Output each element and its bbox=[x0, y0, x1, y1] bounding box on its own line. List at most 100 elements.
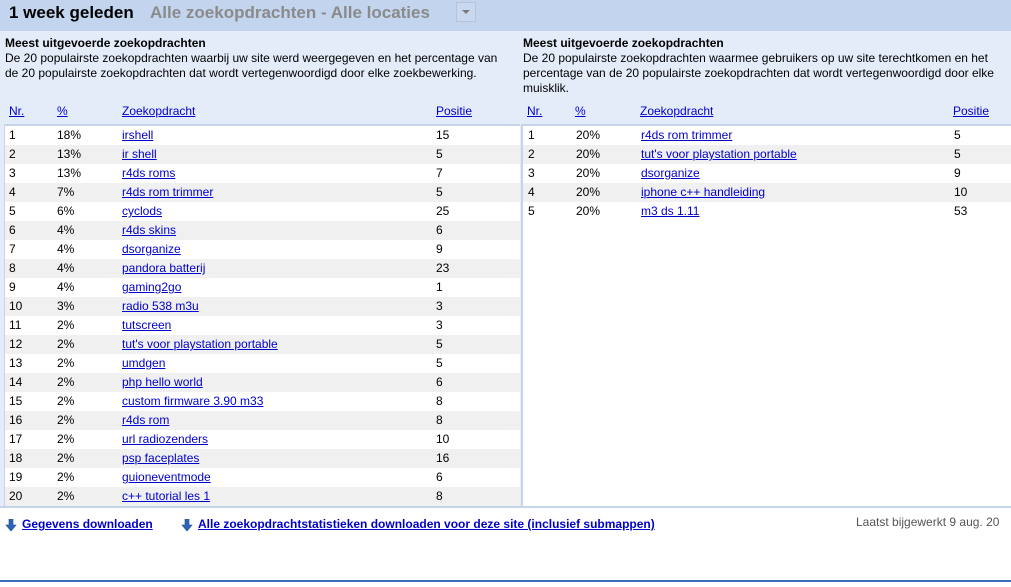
row-percent: 3% bbox=[57, 299, 75, 313]
column-header-percent[interactable]: % bbox=[575, 104, 586, 120]
row-number: 12 bbox=[9, 337, 23, 351]
row-query-link[interactable]: r4ds rom trimmer bbox=[641, 126, 732, 145]
table-row: 11 2% tutscreen 3 bbox=[5, 316, 521, 335]
row-query-link[interactable]: tut's voor playstation portable bbox=[122, 335, 278, 354]
download-arrow-icon[interactable] bbox=[5, 519, 17, 532]
row-percent: 20% bbox=[576, 147, 601, 161]
row-percent: 13% bbox=[57, 166, 82, 180]
impressions-table: 1 18% irshell 15 2 13% ir shell 5 3 13% r4ds roms 7… bbox=[4, 124, 521, 507]
last-updated-text: Laatst bijgewerkt 9 aug. 20 bbox=[856, 515, 1000, 529]
column-header-nr[interactable]: Nr. bbox=[527, 104, 542, 120]
table-row: 5 6% cyclods 25 bbox=[5, 202, 521, 221]
column-header-percent[interactable]: % bbox=[57, 104, 68, 120]
row-position: 5 bbox=[436, 337, 443, 351]
row-percent: 2% bbox=[57, 470, 75, 484]
row-number: 1 bbox=[9, 128, 16, 142]
table-row: 6 4% r4ds skins 6 bbox=[5, 221, 521, 240]
row-query-link[interactable]: url radiozenders bbox=[122, 430, 208, 449]
row-query-link[interactable]: iphone c++ handleiding bbox=[641, 183, 765, 202]
row-query-link[interactable]: gaming2go bbox=[122, 278, 181, 297]
download-arrow-icon[interactable] bbox=[181, 519, 193, 532]
row-position: 25 bbox=[436, 204, 450, 218]
row-percent: 18% bbox=[57, 128, 82, 142]
row-position: 6 bbox=[436, 375, 443, 389]
row-query-link[interactable]: dsorganize bbox=[122, 240, 181, 259]
column-header-query[interactable]: Zoekopdracht bbox=[640, 104, 713, 120]
row-query-link[interactable]: irshell bbox=[122, 126, 153, 145]
row-number: 3 bbox=[9, 166, 16, 180]
table-row: 3 13% r4ds roms 7 bbox=[5, 164, 521, 183]
row-position: 53 bbox=[954, 204, 968, 218]
panel-description: De 20 populairste zoekopdrachten waarmee… bbox=[523, 51, 994, 95]
row-number: 19 bbox=[9, 470, 23, 484]
row-position: 10 bbox=[954, 185, 968, 199]
row-percent: 6% bbox=[57, 204, 75, 218]
row-query-link[interactable]: r4ds rom bbox=[122, 411, 169, 430]
table-row: 15 2% custom firmware 3.90 m33 8 bbox=[5, 392, 521, 411]
table-row: 2 13% ir shell 5 bbox=[5, 145, 521, 164]
row-query-link[interactable]: ir shell bbox=[122, 145, 157, 164]
row-percent: 20% bbox=[576, 166, 601, 180]
row-query-link[interactable]: c++ tutorial les 1 bbox=[122, 487, 210, 506]
table-row: 18 2% psp faceplates 16 bbox=[5, 449, 521, 468]
row-percent: 4% bbox=[57, 242, 75, 256]
row-query-link[interactable]: guioneventmode bbox=[122, 468, 211, 487]
column-header-nr[interactable]: Nr. bbox=[9, 104, 24, 120]
column-header-position[interactable]: Positie bbox=[436, 104, 472, 120]
row-percent: 4% bbox=[57, 223, 75, 237]
row-percent: 2% bbox=[57, 318, 75, 332]
row-query-link[interactable]: custom firmware 3.90 m33 bbox=[122, 392, 263, 411]
row-query-link[interactable]: cyclods bbox=[122, 202, 162, 221]
row-number: 6 bbox=[9, 223, 16, 237]
clicks-panel: Meest uitgevoerde zoekopdrachten De 20 p… bbox=[520, 31, 1011, 508]
row-query-link[interactable]: r4ds roms bbox=[122, 164, 175, 183]
table-row: 8 4% pandora batterij 23 bbox=[5, 259, 521, 278]
row-number: 4 bbox=[528, 185, 535, 199]
row-position: 8 bbox=[436, 489, 443, 503]
period-label: 1 week geleden bbox=[9, 3, 134, 22]
row-position: 6 bbox=[436, 223, 443, 237]
row-query-link[interactable]: r4ds rom trimmer bbox=[122, 183, 213, 202]
page-bottom-border bbox=[0, 580, 1011, 582]
row-number: 7 bbox=[9, 242, 16, 256]
table-row: 14 2% php hello world 6 bbox=[5, 373, 521, 392]
row-position: 9 bbox=[436, 242, 443, 256]
row-percent: 2% bbox=[57, 337, 75, 351]
row-percent: 7% bbox=[57, 185, 75, 199]
row-position: 5 bbox=[436, 356, 443, 370]
row-percent: 2% bbox=[57, 489, 75, 503]
row-query-link[interactable]: radio 538 m3u bbox=[122, 297, 199, 316]
filter-label[interactable]: Alle zoekopdrachten - Alle locaties bbox=[150, 3, 430, 23]
row-query-link[interactable]: r4ds skins bbox=[122, 221, 176, 240]
row-query-link[interactable]: tut's voor playstation portable bbox=[641, 145, 797, 164]
download-all-link[interactable]: Alle zoekopdrachtstatistieken downloaden… bbox=[198, 517, 655, 531]
table-row: 16 2% r4ds rom 8 bbox=[5, 411, 521, 430]
panel-description: De 20 populairste zoekopdrachten waarbij… bbox=[5, 51, 498, 80]
row-number: 18 bbox=[9, 451, 23, 465]
row-position: 3 bbox=[436, 299, 443, 313]
filter-dropdown-button[interactable] bbox=[456, 2, 476, 22]
row-position: 3 bbox=[436, 318, 443, 332]
row-position: 9 bbox=[954, 166, 961, 180]
row-query-link[interactable]: tutscreen bbox=[122, 316, 171, 335]
row-query-link[interactable]: psp faceplates bbox=[122, 449, 199, 468]
row-query-link[interactable]: php hello world bbox=[122, 373, 203, 392]
row-query-link[interactable]: pandora batterij bbox=[122, 259, 205, 278]
row-position: 6 bbox=[436, 470, 443, 484]
row-number: 5 bbox=[9, 204, 16, 218]
row-number: 1 bbox=[528, 128, 535, 142]
row-percent: 2% bbox=[57, 432, 75, 446]
row-number: 4 bbox=[9, 185, 16, 199]
row-number: 9 bbox=[9, 280, 16, 294]
row-number: 14 bbox=[9, 375, 23, 389]
column-header-query[interactable]: Zoekopdracht bbox=[122, 104, 195, 120]
column-header-position[interactable]: Positie bbox=[953, 104, 989, 120]
row-number: 5 bbox=[528, 204, 535, 218]
row-query-link[interactable]: m3 ds 1.11 bbox=[641, 202, 699, 221]
table-row: 4 7% r4ds rom trimmer 5 bbox=[5, 183, 521, 202]
row-query-link[interactable]: dsorganize bbox=[641, 164, 700, 183]
download-data-link[interactable]: Gegevens downloaden bbox=[22, 517, 153, 531]
row-query-link[interactable]: umdgen bbox=[122, 354, 165, 373]
panel-title: Meest uitgevoerde zoekopdrachten bbox=[5, 36, 206, 50]
table-row: 1 18% irshell 15 bbox=[5, 126, 521, 145]
